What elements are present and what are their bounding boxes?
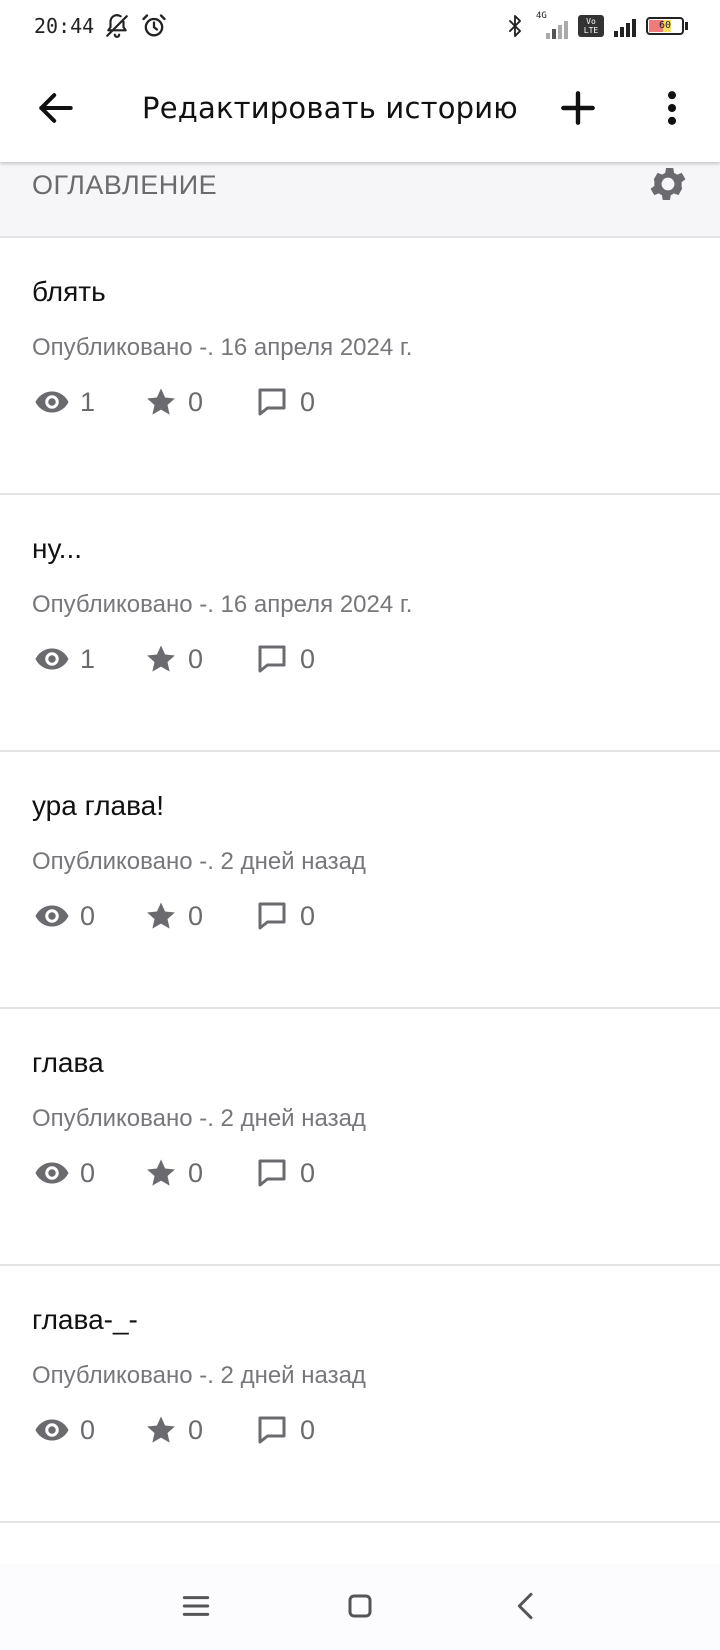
chapter-meta: Опубликовано -. 2 дней назад bbox=[32, 1362, 366, 1389]
chapter-row[interactable]: ура глава! Опубликовано -. 2 дней назад … bbox=[0, 752, 720, 1009]
votes-count: 0 bbox=[188, 900, 204, 931]
chapter-meta: Опубликовано -. 2 дней назад bbox=[32, 1105, 366, 1132]
bluetooth-icon bbox=[509, 15, 521, 37]
more-vertical-icon[interactable] bbox=[650, 86, 694, 130]
bell-off-icon bbox=[106, 14, 129, 38]
comments-stat: 0 bbox=[254, 894, 315, 938]
gear-icon[interactable] bbox=[646, 162, 690, 206]
page-title: Редактировать историю bbox=[142, 91, 518, 125]
comments-count: 0 bbox=[300, 386, 316, 417]
star-icon bbox=[147, 1416, 175, 1443]
battery-level: 60 bbox=[658, 20, 672, 31]
plus-icon[interactable] bbox=[556, 86, 600, 130]
comments-stat: 0 bbox=[254, 637, 315, 681]
votes-stat: 0 bbox=[144, 1408, 203, 1452]
toc-header: ОГЛАВЛЕНИЕ bbox=[0, 162, 720, 238]
chapter-title: ну... bbox=[32, 533, 82, 564]
chapter-row[interactable]: ну... Опубликовано -. 16 апреля 2024 г. … bbox=[0, 495, 720, 752]
votes-stat: 0 bbox=[144, 637, 203, 681]
signal-4g-icon: 4G bbox=[536, 11, 568, 39]
comments-count: 0 bbox=[300, 1157, 316, 1188]
views-count: 0 bbox=[80, 900, 96, 931]
chapter-title: блять bbox=[32, 276, 106, 307]
votes-count: 0 bbox=[188, 1157, 204, 1188]
alarm-icon bbox=[142, 14, 166, 37]
status-time: 20:44 bbox=[34, 14, 95, 38]
votes-count: 0 bbox=[188, 386, 204, 417]
eye-icon bbox=[35, 648, 69, 670]
eye-icon bbox=[35, 905, 69, 927]
chapter-row[interactable]: глава Опубликовано -. 2 дней назад 0 0 0 bbox=[0, 1009, 720, 1266]
chapter-meta: Опубликовано -. 16 апреля 2024 г. bbox=[32, 334, 413, 361]
views-count: 0 bbox=[80, 1414, 96, 1445]
home-square-icon[interactable] bbox=[340, 1586, 380, 1626]
comment-icon bbox=[258, 645, 286, 673]
network-type-label: 4G bbox=[536, 11, 547, 21]
arrow-left-icon[interactable] bbox=[34, 86, 78, 130]
chapter-meta: Опубликовано -. 2 дней назад bbox=[32, 848, 366, 875]
chapter-row[interactable]: глава-_- Опубликовано -. 2 дней назад 0 … bbox=[0, 1266, 720, 1523]
votes-stat: 0 bbox=[144, 380, 203, 424]
views-count: 1 bbox=[80, 643, 96, 674]
comments-stat: 0 bbox=[254, 1408, 315, 1452]
comments-count: 0 bbox=[300, 900, 316, 931]
chapter-title: ура глава! bbox=[32, 790, 165, 821]
star-icon bbox=[147, 645, 175, 672]
chapter-meta: Опубликовано -. 16 апреля 2024 г. bbox=[32, 591, 413, 618]
star-icon bbox=[147, 902, 175, 929]
toc-header-label: ОГЛАВЛЕНИЕ bbox=[32, 170, 218, 200]
votes-count: 0 bbox=[188, 643, 204, 674]
volte-label: Vo LTE bbox=[583, 17, 599, 35]
star-icon bbox=[147, 388, 175, 415]
views-count: 1 bbox=[80, 386, 96, 417]
votes-stat: 0 bbox=[144, 1151, 203, 1195]
chapter-title: глава bbox=[32, 1047, 104, 1078]
eye-icon bbox=[35, 1162, 69, 1184]
views-stat: 0 bbox=[34, 1408, 95, 1452]
comments-count: 0 bbox=[300, 1414, 316, 1445]
views-count: 0 bbox=[80, 1157, 96, 1188]
comment-icon bbox=[258, 902, 286, 930]
chapter-title: глава-_- bbox=[32, 1304, 138, 1335]
eye-icon bbox=[35, 1419, 69, 1441]
comments-stat: 0 bbox=[254, 380, 315, 424]
votes-stat: 0 bbox=[144, 894, 203, 938]
signal-icon bbox=[614, 15, 636, 37]
views-stat: 1 bbox=[34, 637, 95, 681]
volte-icon: Vo LTE bbox=[578, 15, 604, 37]
chapter-row[interactable]: блять Опубликовано -. 16 апреля 2024 г. … bbox=[0, 238, 720, 495]
views-stat: 1 bbox=[34, 380, 95, 424]
eye-icon bbox=[35, 391, 69, 413]
comment-icon bbox=[258, 388, 286, 416]
views-stat: 0 bbox=[34, 1151, 95, 1195]
system-nav-bar bbox=[0, 1564, 720, 1650]
comment-icon bbox=[258, 1416, 286, 1444]
menu-icon[interactable] bbox=[176, 1586, 216, 1626]
chapter-list: блять Опубликовано -. 16 апреля 2024 г. … bbox=[0, 238, 720, 1523]
back-chevron-icon[interactable] bbox=[506, 1586, 546, 1626]
comments-count: 0 bbox=[300, 643, 316, 674]
app-bar: Редактировать историю bbox=[0, 52, 720, 162]
star-icon bbox=[147, 1159, 175, 1186]
battery-icon: 60 bbox=[646, 17, 688, 35]
status-bar: 20:44 4G Vo LTE 60 bbox=[0, 0, 720, 52]
views-stat: 0 bbox=[34, 894, 95, 938]
comments-stat: 0 bbox=[254, 1151, 315, 1195]
comment-icon bbox=[258, 1159, 286, 1187]
votes-count: 0 bbox=[188, 1414, 204, 1445]
